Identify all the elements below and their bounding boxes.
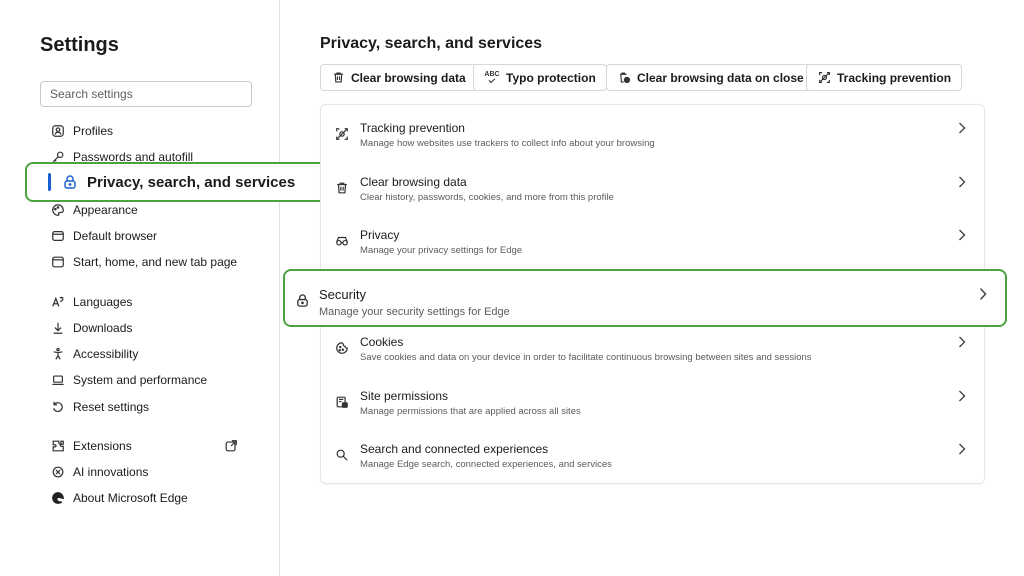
sidebar-item-label: System and performance — [73, 373, 208, 387]
settings-sidebar: Settings Profiles Passwords and autofill… — [0, 0, 280, 576]
row-subtitle: Manage permissions that are applied acro… — [360, 406, 581, 417]
sidebar-item-label: Start, home, and new tab page — [73, 255, 238, 269]
row-subtitle: Manage how websites use trackers to coll… — [360, 138, 655, 149]
browser-icon — [50, 228, 66, 244]
chevron-right-icon — [957, 121, 967, 135]
row-subtitle: Manage Edge search, connected experience… — [360, 459, 612, 470]
chevron-right-icon — [957, 228, 967, 242]
chevron-right-icon — [957, 335, 967, 349]
quick-link-typo-protection[interactable]: ABC Typo protection — [473, 64, 607, 91]
ai-icon — [50, 464, 66, 480]
sidebar-item-label: Extensions — [73, 439, 132, 453]
abc-check-icon: ABC — [484, 71, 500, 85]
row-subtitle: Save cookies and data on your device in … — [360, 352, 812, 363]
chevron-right-icon — [957, 175, 967, 189]
selected-indicator — [48, 173, 51, 191]
row-subtitle: Manage your security settings for Edge — [319, 306, 510, 318]
row-clear-browsing-data[interactable]: Clear browsing data Clear history, passw… — [321, 159, 984, 209]
row-tracking-prevention[interactable]: Tracking prevention Manage how websites … — [321, 105, 984, 155]
quick-link-label: Typo protection — [506, 70, 596, 85]
sidebar-item-label: Downloads — [73, 321, 133, 335]
sidebar-item-label: Languages — [73, 295, 133, 309]
row-title: Site permissions — [360, 389, 449, 403]
row-site-permissions[interactable]: Site permissions Manage permissions that… — [321, 373, 984, 423]
sidebar-item-languages[interactable]: Languages — [50, 291, 250, 313]
chevron-right-icon — [957, 389, 967, 403]
quick-link-label: Clear browsing data — [351, 70, 466, 85]
accessibility-icon — [50, 346, 66, 362]
quick-link-label: Tracking prevention — [837, 70, 952, 85]
abc-icon-text: ABC — [484, 71, 500, 78]
sidebar-item-default-browser[interactable]: Default browser — [50, 225, 250, 247]
search-icon — [334, 447, 350, 463]
sidebar-item-label: Privacy, search, and services — [87, 173, 296, 191]
row-subtitle: Clear history, passwords, cookies, and m… — [360, 192, 614, 203]
quick-link-clear-browsing-data[interactable]: Clear browsing data — [320, 64, 477, 91]
sidebar-item-label: Accessibility — [73, 347, 139, 361]
trash-clock-icon — [617, 71, 631, 85]
language-icon — [50, 294, 66, 310]
sidebar-item-label: Default browser — [73, 229, 158, 243]
row-security[interactable]: Security Manage your security settings f… — [283, 269, 1007, 327]
profile-icon — [50, 123, 66, 139]
chevron-right-icon — [978, 286, 988, 302]
cookie-icon — [334, 340, 350, 356]
download-icon — [50, 320, 66, 336]
site-permissions-icon — [334, 394, 350, 410]
row-title: Search and connected experiences — [360, 442, 549, 456]
quick-link-clear-on-close[interactable]: Clear browsing data on close — [606, 64, 815, 91]
palette-icon — [50, 202, 66, 218]
quick-link-label: Clear browsing data on close — [637, 70, 804, 85]
sidebar-item-start-home[interactable]: Start, home, and new tab page — [50, 251, 250, 273]
sidebar-item-privacy-selected[interactable]: Privacy, search, and services — [25, 162, 339, 202]
sidebar-item-extensions[interactable]: Extensions — [50, 435, 250, 457]
sidebar-item-label: Appearance — [73, 203, 138, 217]
row-subtitle: Manage your privacy settings for Edge — [360, 245, 523, 256]
sidebar-item-label: Profiles — [73, 124, 114, 138]
sidebar-item-reset-settings[interactable]: Reset settings — [50, 396, 250, 418]
chevron-right-icon — [957, 442, 967, 456]
row-title: Privacy — [360, 228, 400, 242]
trash-icon — [334, 180, 350, 196]
home-tab-icon — [50, 254, 66, 270]
row-title: Tracking prevention — [360, 121, 465, 135]
glasses-icon — [334, 233, 350, 249]
sidebar-item-label: About Microsoft Edge — [73, 491, 188, 505]
sidebar-item-downloads[interactable]: Downloads — [50, 317, 250, 339]
extensions-icon — [50, 438, 66, 454]
sidebar-item-label: AI innovations — [73, 465, 149, 479]
sidebar-item-appearance[interactable]: Appearance — [50, 199, 250, 221]
reset-icon — [50, 399, 66, 415]
edge-logo-icon — [50, 490, 66, 506]
sidebar-item-system-performance[interactable]: System and performance — [50, 369, 250, 391]
sidebar-item-label: Reset settings — [73, 400, 150, 414]
row-search-connected[interactable]: Search and connected experiences Manage … — [321, 426, 984, 476]
sidebar-item-accessibility[interactable]: Accessibility — [50, 343, 250, 365]
page-title: Privacy, search, and services — [320, 35, 543, 52]
sidebar-item-ai-innovations[interactable]: AI innovations — [50, 461, 250, 483]
trash-icon — [331, 71, 345, 85]
row-title: Cookies — [360, 335, 404, 349]
external-link-icon — [223, 438, 239, 454]
search-settings-input[interactable] — [40, 81, 252, 107]
lock-icon — [61, 173, 79, 191]
row-title: Clear browsing data — [360, 175, 467, 189]
sidebar-item-profiles[interactable]: Profiles — [50, 120, 250, 142]
row-title: Security — [319, 287, 366, 302]
tracking-icon — [817, 71, 831, 85]
tracking-icon — [334, 126, 350, 142]
row-privacy[interactable]: Privacy Manage your privacy settings for… — [321, 212, 984, 262]
quick-link-tracking-prevention[interactable]: Tracking prevention — [806, 64, 963, 91]
sidebar-item-about-edge[interactable]: About Microsoft Edge — [50, 487, 250, 509]
sidebar-title: Settings — [40, 34, 119, 56]
lock-icon — [294, 292, 310, 308]
laptop-icon — [50, 372, 66, 388]
